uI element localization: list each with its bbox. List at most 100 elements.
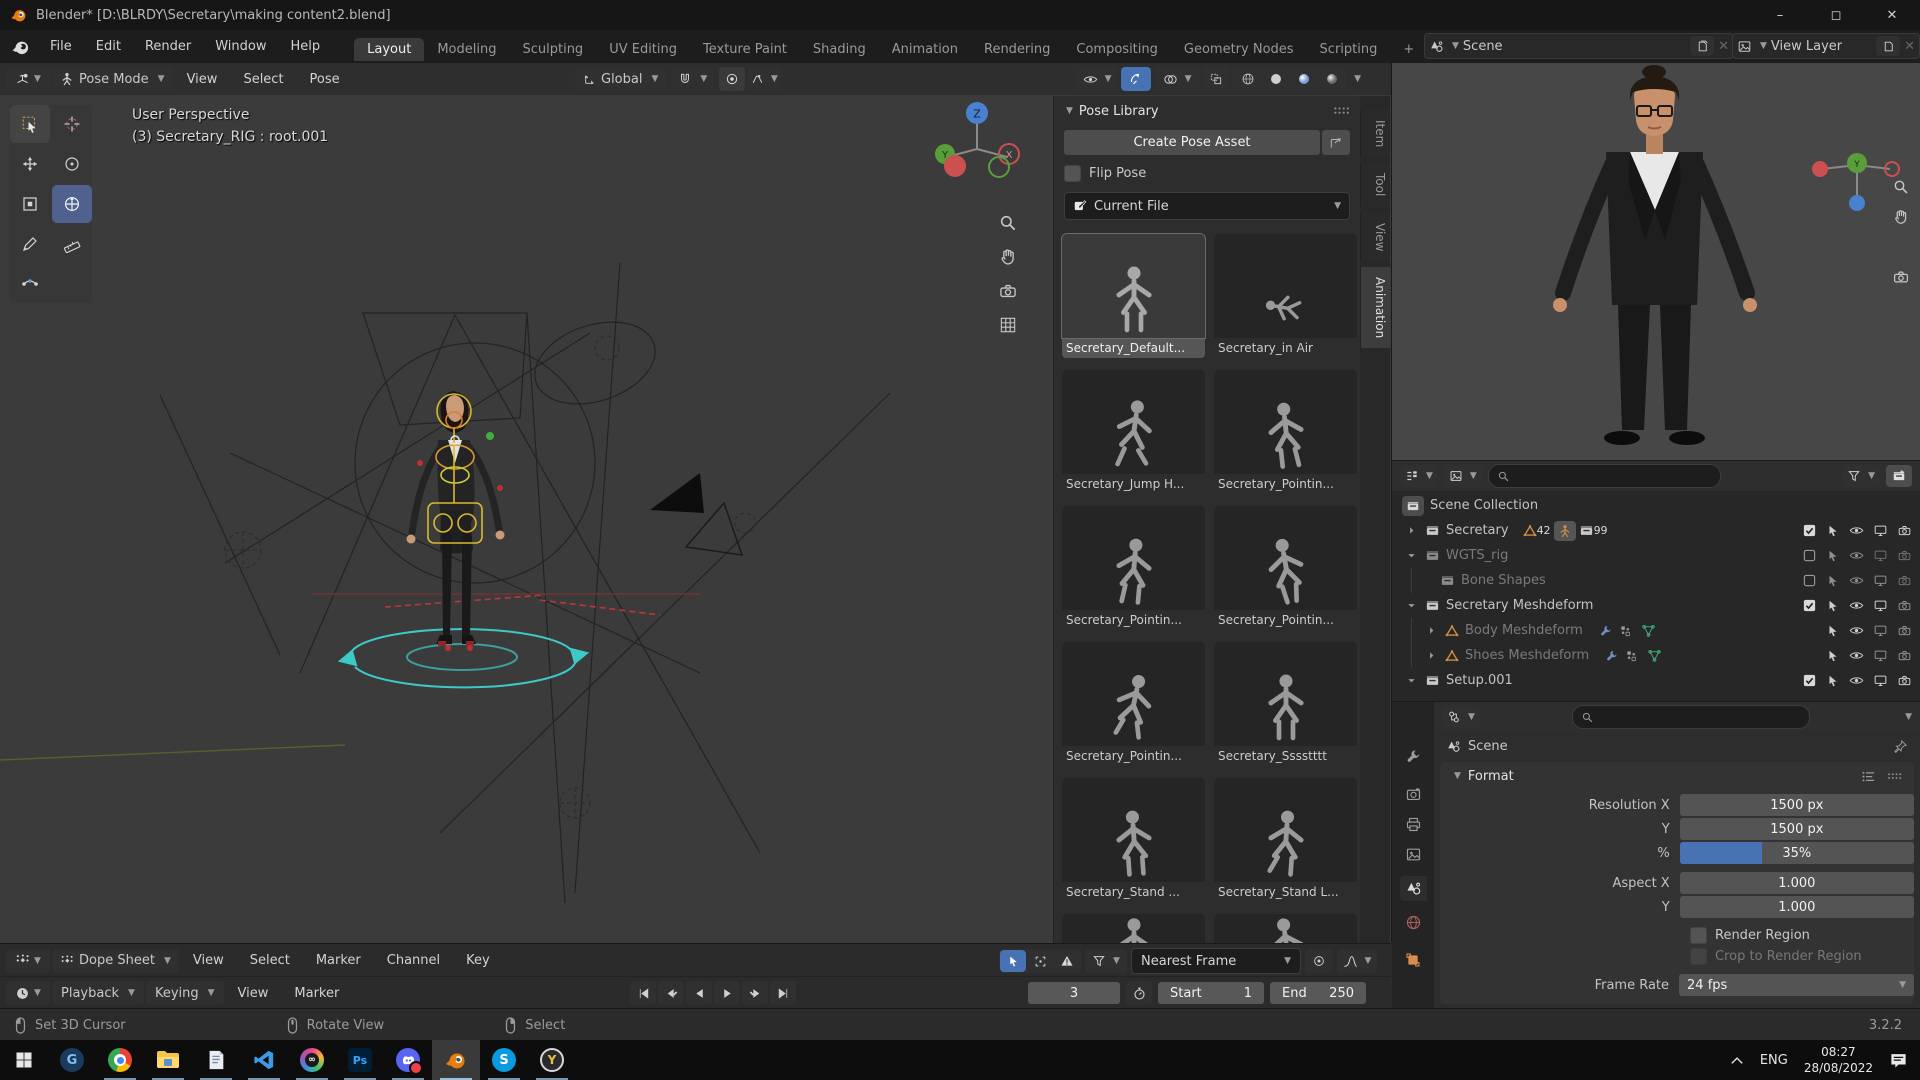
pan-hand-icon[interactable] xyxy=(998,247,1018,267)
viewport-3d[interactable]: ▼ Pose Mode ▼ View Select Pose Global ▼ … xyxy=(0,63,1392,943)
selectable-icon[interactable] xyxy=(1826,524,1840,538)
tool-measure[interactable] xyxy=(52,225,92,263)
menu-file[interactable]: File xyxy=(38,39,84,54)
xray-toggle[interactable] xyxy=(1203,67,1229,91)
pose-asset-extra-button[interactable] xyxy=(1322,130,1350,155)
properties-search-input[interactable] xyxy=(1572,705,1810,729)
checkbox-unchecked-icon[interactable] xyxy=(1802,548,1817,563)
tool-cursor[interactable] xyxy=(52,105,92,143)
frame-end-field[interactable]: End 250 xyxy=(1270,982,1366,1004)
workspace-tab-scripting[interactable]: Scripting xyxy=(1307,38,1391,61)
shading-solid-button[interactable] xyxy=(1262,68,1289,90)
outliner-row-secretary[interactable]: Secretary 42 99 xyxy=(1392,518,1920,543)
selectable-icon[interactable] xyxy=(1826,574,1840,588)
workspace-tab-layout[interactable]: Layout xyxy=(354,38,424,61)
previous-keyframe-button[interactable] xyxy=(658,981,684,1005)
outliner-row-bone-shapes[interactable]: Bone Shapes xyxy=(1392,568,1920,593)
render-disable-icon[interactable] xyxy=(1897,598,1912,613)
taskbar-app-blender-active[interactable] xyxy=(432,1040,480,1080)
tool-scale[interactable] xyxy=(10,185,50,223)
only-selected-toggle[interactable] xyxy=(1000,950,1026,972)
view-layer-properties-tab-icon[interactable] xyxy=(1405,846,1422,863)
hide-eye-icon[interactable] xyxy=(1849,598,1864,613)
minimize-button[interactable]: – xyxy=(1752,0,1808,30)
viewport-disable-icon[interactable] xyxy=(1873,548,1888,563)
new-view-layer-button[interactable] xyxy=(1876,36,1900,56)
tool-annotate[interactable] xyxy=(10,225,50,263)
taskbar-app-chrome[interactable] xyxy=(96,1040,144,1080)
workspace-tab-geometry-nodes[interactable]: Geometry Nodes xyxy=(1171,38,1307,61)
tool-transform[interactable] xyxy=(52,185,92,223)
workspace-tab-modeling[interactable]: Modeling xyxy=(424,38,509,61)
sidebar-tab-item[interactable]: Item xyxy=(1360,110,1390,157)
dope-menu-channel[interactable]: Channel xyxy=(375,953,452,968)
properties-options-dropdown[interactable]: ▼ xyxy=(1905,712,1912,722)
aspect-x-field[interactable]: 1.000 xyxy=(1680,872,1914,894)
menu-window[interactable]: Window xyxy=(203,39,278,54)
close-button[interactable]: ✕ xyxy=(1864,0,1920,30)
taskbar-app-explorer[interactable] xyxy=(144,1040,192,1080)
pin-icon[interactable] xyxy=(1893,739,1908,754)
start-button[interactable] xyxy=(0,1040,48,1080)
outliner-row-shoes-meshdeform[interactable]: Shoes Meshdeform xyxy=(1392,643,1920,668)
navigation-gizmo[interactable]: Z Y X xyxy=(925,91,1030,196)
proportional-keyframe-toggle[interactable] xyxy=(1305,949,1333,973)
blender-menu-logo-icon[interactable] xyxy=(10,37,32,57)
panel-collapse-icon[interactable]: ▼ xyxy=(1066,106,1073,116)
jump-to-end-button[interactable] xyxy=(770,981,796,1005)
workspace-tab-uv-editing[interactable]: UV Editing xyxy=(596,38,690,61)
outliner-row-setup-001[interactable]: Setup.001 xyxy=(1392,668,1920,693)
proportional-editing-button[interactable] xyxy=(719,67,745,91)
expand-icon[interactable] xyxy=(1426,650,1437,661)
dope-menu-select[interactable]: Select xyxy=(238,953,302,968)
tool-properties-tab-icon[interactable] xyxy=(1405,748,1422,765)
dope-mode-dropdown[interactable]: Dope Sheet ▼ xyxy=(52,949,179,973)
menu-help[interactable]: Help xyxy=(279,39,333,54)
playback-dropdown[interactable]: Playback▼ xyxy=(52,981,144,1005)
taskbar-app-skype[interactable]: S xyxy=(480,1040,528,1080)
resolution-y-field[interactable]: 1500 px xyxy=(1680,818,1914,840)
collapse-icon[interactable] xyxy=(1406,550,1417,561)
camera-view-icon[interactable] xyxy=(998,281,1018,301)
viewport-disable-icon[interactable] xyxy=(1873,573,1888,588)
zoom-icon[interactable] xyxy=(998,213,1018,233)
shading-wireframe-button[interactable] xyxy=(1234,68,1261,90)
selectable-icon[interactable] xyxy=(1826,624,1840,638)
resolution-percent-slider[interactable]: 35% xyxy=(1680,842,1914,864)
taskbar-app-browser[interactable]: G xyxy=(48,1040,96,1080)
taskbar-app-voice-clock[interactable]: Y xyxy=(528,1040,576,1080)
preview-pan-hand-icon[interactable] xyxy=(1892,208,1910,226)
viewport-disable-icon[interactable] xyxy=(1873,523,1888,538)
taskbar-app-vscode[interactable] xyxy=(240,1040,288,1080)
preview-navigation-gizmo[interactable]: Y xyxy=(1812,103,1902,213)
selectable-icon[interactable] xyxy=(1826,549,1840,563)
pose-asset-item[interactable]: Secretary_Stand ... xyxy=(1062,778,1205,902)
dope-editor-type-button[interactable]: ▼ xyxy=(6,949,50,973)
sidebar-tab-animation[interactable]: Animation xyxy=(1360,267,1390,348)
frame-start-field[interactable]: Start 1 xyxy=(1158,982,1264,1004)
render-region-checkbox[interactable] xyxy=(1690,927,1707,944)
taskbar-app-photoshop[interactable]: Ps xyxy=(336,1040,384,1080)
workspace-tab-rendering[interactable]: Rendering xyxy=(971,38,1063,61)
outliner-filter-dropdown[interactable]: ▼ xyxy=(1842,465,1880,487)
taskbar-clock[interactable]: 08:27 28/08/2022 xyxy=(1804,1044,1873,1076)
sidebar-tab-tool[interactable]: Tool xyxy=(1360,163,1390,206)
pose-asset-item[interactable]: Secretary_in Air xyxy=(1214,234,1357,358)
resolution-x-field[interactable]: 1500 px xyxy=(1680,794,1914,816)
show-errors-toggle[interactable] xyxy=(1054,950,1080,972)
view-layer-selector[interactable]: ▼ View Layer ✕ xyxy=(1732,33,1920,59)
output-properties-tab-icon[interactable] xyxy=(1405,816,1422,833)
menu-render[interactable]: Render xyxy=(133,39,203,54)
taskbar-app-discord[interactable] xyxy=(384,1040,432,1080)
outliner-filter-collection-dropdown[interactable]: ▼ xyxy=(1444,465,1482,487)
menu-edit[interactable]: Edit xyxy=(84,39,133,54)
preview-camera-icon[interactable] xyxy=(1892,268,1910,286)
new-scene-button[interactable] xyxy=(1690,36,1714,56)
navigate-gizmo-toggle[interactable] xyxy=(1121,67,1151,91)
crop-region-checkbox[interactable] xyxy=(1690,948,1707,965)
maximize-button[interactable]: ◻ xyxy=(1808,0,1864,30)
collapse-icon[interactable] xyxy=(1406,600,1417,611)
shading-material-button[interactable] xyxy=(1290,68,1317,90)
flip-pose-checkbox[interactable] xyxy=(1064,165,1081,182)
viewport-disable-icon[interactable] xyxy=(1873,598,1888,613)
